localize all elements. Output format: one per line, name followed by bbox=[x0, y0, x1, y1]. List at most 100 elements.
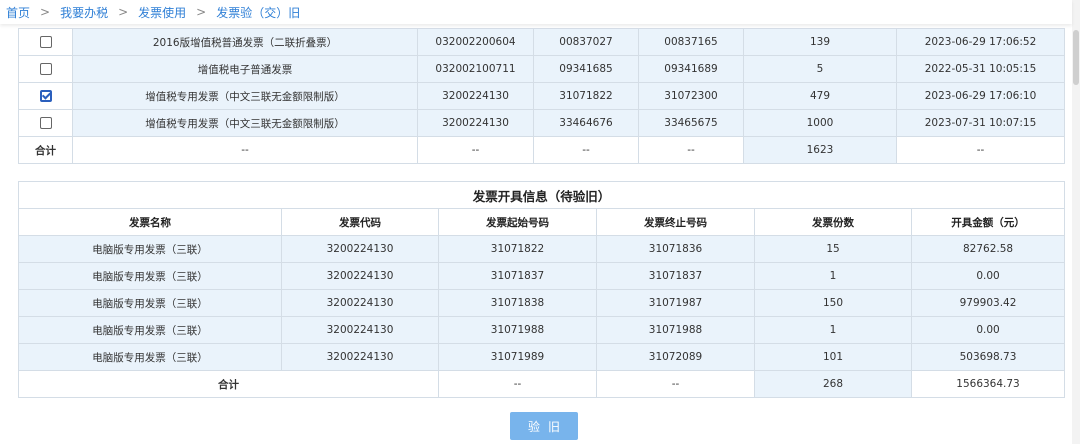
invoice-name-cell: 增值税电子普通发票 bbox=[72, 55, 418, 83]
invoice-code-cell: 3200224130 bbox=[281, 289, 439, 317]
invoice-code-cell: 032002100711 bbox=[417, 55, 534, 83]
scrollbar-thumb[interactable] bbox=[1073, 30, 1079, 85]
invoice-name-cell: 增值税专用发票（中文三联无金额限制版） bbox=[72, 82, 418, 110]
start-number-cell: 31071822 bbox=[533, 82, 639, 110]
count-cell: 139 bbox=[743, 28, 897, 56]
table-row: 电脑版专用发票（三联） 3200224130 31071822 31071836… bbox=[18, 235, 1066, 263]
total-start-cell: -- bbox=[438, 370, 597, 398]
count-cell: 150 bbox=[754, 289, 912, 317]
invoice-name-cell: 电脑版专用发票（三联） bbox=[18, 262, 282, 290]
start-number-cell: 31071837 bbox=[438, 262, 597, 290]
table-row[interactable]: 增值税电子普通发票 032002100711 09341685 09341689… bbox=[18, 55, 1065, 83]
count-cell: 1 bbox=[754, 262, 912, 290]
invoice-code-cell: 3200224130 bbox=[281, 262, 439, 290]
total-row: 合计 -- -- 268 1566364.73 bbox=[18, 370, 1066, 398]
end-number-cell: 33465675 bbox=[638, 109, 744, 137]
start-number-cell: 31071988 bbox=[438, 316, 597, 344]
start-number-cell: 31071989 bbox=[438, 343, 597, 371]
start-number-cell: 09341685 bbox=[533, 55, 639, 83]
invoice-name-cell: 电脑版专用发票（三联） bbox=[18, 235, 282, 263]
total-count-cell: 1623 bbox=[743, 136, 897, 164]
count-cell: 101 bbox=[754, 343, 912, 371]
total-time-cell: -- bbox=[896, 136, 1065, 164]
column-header-count: 发票份数 bbox=[754, 208, 912, 236]
table-row[interactable]: 增值税专用发票（中文三联无金额限制版） 3200224130 31071822 … bbox=[18, 82, 1065, 110]
invoice-name-cell: 2016版增值税普通发票（二联折叠票） bbox=[72, 28, 418, 56]
time-cell: 2023-07-31 10:07:15 bbox=[896, 109, 1065, 137]
verify-button[interactable]: 验旧 bbox=[510, 412, 578, 440]
invoice-code-cell: 3200224130 bbox=[417, 109, 534, 137]
start-number-cell: 00837027 bbox=[533, 28, 639, 56]
end-number-cell: 31071988 bbox=[596, 316, 755, 344]
start-number-cell: 31071822 bbox=[438, 235, 597, 263]
count-cell: 5 bbox=[743, 55, 897, 83]
invoice-code-cell: 032002200604 bbox=[417, 28, 534, 56]
end-number-cell: 31071987 bbox=[596, 289, 755, 317]
invoice-name-cell: 电脑版专用发票（三联） bbox=[18, 343, 282, 371]
breadcrumb-separator: > bbox=[40, 5, 51, 19]
row-checkbox[interactable] bbox=[39, 63, 52, 75]
total-label: 合计 bbox=[18, 370, 439, 398]
time-cell: 2023-06-29 17:06:52 bbox=[896, 28, 1065, 56]
total-start-cell: -- bbox=[533, 136, 639, 164]
column-header-code: 发票代码 bbox=[281, 208, 439, 236]
end-number-cell: 00837165 bbox=[638, 28, 744, 56]
issued-invoice-table: 发票开具信息（待验旧） 发票名称 发票代码 发票起始号码 发票终止号码 发票份数… bbox=[17, 181, 1066, 398]
end-number-cell: 31071836 bbox=[596, 235, 755, 263]
total-label: 合计 bbox=[18, 136, 73, 164]
table-row: 电脑版专用发票（三联） 3200224130 31071988 31071988… bbox=[18, 316, 1066, 344]
invoice-name-cell: 电脑版专用发票（三联） bbox=[18, 316, 282, 344]
time-cell: 2022-05-31 10:05:15 bbox=[896, 55, 1065, 83]
count-cell: 15 bbox=[754, 235, 912, 263]
total-end-cell: -- bbox=[638, 136, 744, 164]
table-row: 电脑版专用发票（三联） 3200224130 31071838 31071987… bbox=[18, 289, 1066, 317]
invoice-name-cell: 增值税专用发票（中文三联无金额限制版） bbox=[72, 109, 418, 137]
end-number-cell: 31071837 bbox=[596, 262, 755, 290]
end-number-cell: 31072089 bbox=[596, 343, 755, 371]
total-row: 合计 -- -- -- -- 1623 -- bbox=[18, 136, 1065, 164]
breadcrumb-separator: > bbox=[196, 5, 207, 19]
column-header-start: 发票起始号码 bbox=[438, 208, 597, 236]
total-name-cell: -- bbox=[72, 136, 418, 164]
count-cell: 1 bbox=[754, 316, 912, 344]
row-checkbox[interactable] bbox=[39, 117, 52, 129]
count-cell: 1000 bbox=[743, 109, 897, 137]
breadcrumb-invoice-verify[interactable]: 发票验（交）旧 bbox=[216, 4, 300, 21]
invoice-code-cell: 3200224130 bbox=[281, 316, 439, 344]
time-cell: 2023-06-29 17:06:10 bbox=[896, 82, 1065, 110]
breadcrumb: 首页 > 我要办税 > 发票使用 > 发票验（交）旧 bbox=[0, 0, 1072, 24]
breadcrumb-invoice-use[interactable]: 发票使用 bbox=[138, 4, 186, 21]
column-header-name: 发票名称 bbox=[18, 208, 282, 236]
total-code-cell: -- bbox=[417, 136, 534, 164]
row-checkbox[interactable] bbox=[39, 36, 52, 48]
start-number-cell: 31071838 bbox=[438, 289, 597, 317]
breadcrumb-separator: > bbox=[118, 5, 129, 19]
amount-cell: 503698.73 bbox=[910, 343, 1066, 371]
amount-cell: 0.00 bbox=[910, 316, 1066, 344]
page-scrollbar[interactable] bbox=[1072, 0, 1080, 444]
invoice-name-cell: 电脑版专用发票（三联） bbox=[18, 289, 282, 317]
amount-cell: 979903.42 bbox=[910, 289, 1066, 317]
column-header-end: 发票终止号码 bbox=[596, 208, 755, 236]
table-row[interactable]: 增值税专用发票（中文三联无金额限制版） 3200224130 33464676 … bbox=[18, 109, 1065, 137]
table-row: 电脑版专用发票（三联） 3200224130 31071837 31071837… bbox=[18, 262, 1066, 290]
invoice-code-cell: 3200224130 bbox=[281, 235, 439, 263]
row-checkbox-checked[interactable] bbox=[39, 90, 52, 102]
total-amount-cell: 1566364.73 bbox=[910, 370, 1066, 398]
total-count-cell: 268 bbox=[754, 370, 912, 398]
count-cell: 479 bbox=[743, 82, 897, 110]
inventory-table: 2016版增值税普通发票（二联折叠票） 032002200604 0083702… bbox=[18, 28, 1065, 164]
breadcrumb-home[interactable]: 首页 bbox=[6, 4, 30, 21]
invoice-code-cell: 3200224130 bbox=[281, 343, 439, 371]
amount-cell: 82762.58 bbox=[910, 235, 1066, 263]
table-row: 电脑版专用发票（三联） 3200224130 31071989 31072089… bbox=[18, 343, 1066, 371]
invoice-code-cell: 3200224130 bbox=[417, 82, 534, 110]
start-number-cell: 33464676 bbox=[533, 109, 639, 137]
total-end-cell: -- bbox=[596, 370, 755, 398]
amount-cell: 0.00 bbox=[910, 262, 1066, 290]
table-row[interactable]: 2016版增值税普通发票（二联折叠票） 032002200604 0083702… bbox=[18, 28, 1065, 56]
end-number-cell: 31072300 bbox=[638, 82, 744, 110]
column-header-amount: 开具金额（元） bbox=[910, 208, 1066, 236]
breadcrumb-tax-affairs[interactable]: 我要办税 bbox=[60, 4, 108, 21]
end-number-cell: 09341689 bbox=[638, 55, 744, 83]
